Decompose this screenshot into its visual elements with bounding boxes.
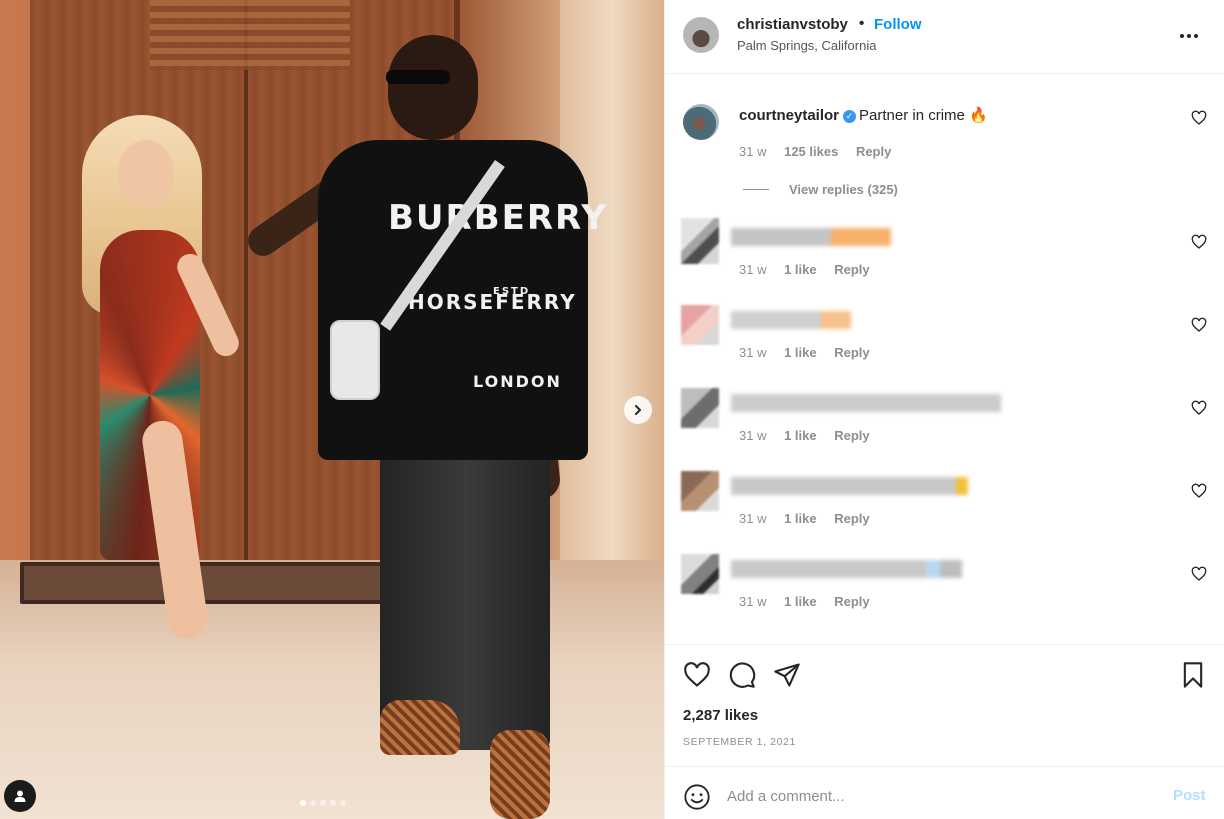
comment-text-row: courtneytailor ✓ Partner in crime 🔥 xyxy=(739,106,988,124)
reply-button[interactable]: Reply xyxy=(834,262,869,277)
post-likes-count[interactable]: 2,287 likes xyxy=(683,707,758,724)
commenter-avatar[interactable] xyxy=(681,471,719,511)
comment-likes[interactable]: 1 like xyxy=(784,262,817,277)
chevron-right-icon xyxy=(635,405,641,415)
user-tags-button[interactable] xyxy=(4,780,36,812)
post-comment-button[interactable]: Post xyxy=(1173,787,1206,804)
user-tag-icon xyxy=(14,790,26,802)
post-location[interactable]: Palm Springs, California xyxy=(737,38,876,53)
carousel-dot xyxy=(330,800,336,806)
author-username[interactable]: christianvstoby xyxy=(737,16,848,33)
comment-meta: 31 w 125 likes Reply xyxy=(739,144,905,159)
carousel-dot xyxy=(300,800,306,806)
comment-input[interactable] xyxy=(727,781,1157,811)
photo-door-seam xyxy=(244,0,248,560)
comment-bubble-icon[interactable] xyxy=(728,661,756,689)
photo-man-sunglasses xyxy=(386,70,450,84)
comment-composer: Post xyxy=(665,766,1224,819)
comment-like-heart-icon[interactable] xyxy=(1191,566,1207,582)
comment-likes[interactable]: 1 like xyxy=(784,345,817,360)
photo-man-shoe-right xyxy=(490,730,550,819)
comment-time[interactable]: 31 w xyxy=(739,262,766,277)
reply-button[interactable]: Reply xyxy=(834,345,869,360)
photo-man-shoe-left xyxy=(380,700,460,755)
photo-woman-face xyxy=(118,140,174,208)
reply-button[interactable]: Reply xyxy=(834,511,869,526)
redacted-comment-text xyxy=(731,560,962,578)
comment-time[interactable]: 31 w xyxy=(739,594,766,609)
reply-button[interactable]: Reply xyxy=(834,428,869,443)
post-actions: 2,287 likes SEPTEMBER 1, 2021 xyxy=(665,644,1224,764)
carousel-dot xyxy=(320,800,326,806)
comment-time[interactable]: 31 w xyxy=(739,144,766,159)
carousel-indicators xyxy=(300,800,346,806)
post-header: christianvstoby • Follow Palm Springs, C… xyxy=(665,0,1224,74)
view-replies-button[interactable]: View replies (325) xyxy=(743,182,898,197)
comment-meta: 31 w 1 like Reply xyxy=(739,262,884,277)
redacted-comment-text xyxy=(731,228,891,246)
shirt-text-line3: ESTD xyxy=(493,286,531,297)
post-photo[interactable]: BURBERRY HORSEFERRY ESTD LONDON xyxy=(0,0,664,819)
comment-meta: 31 w 1 like Reply xyxy=(739,345,884,360)
shirt-text-line4: LONDON xyxy=(473,372,562,391)
photo-door-panel xyxy=(150,0,350,70)
comment-time[interactable]: 31 w xyxy=(739,345,766,360)
paper-plane-icon[interactable] xyxy=(773,661,801,689)
comment-meta: 31 w 1 like Reply xyxy=(739,428,884,443)
commenter-avatar[interactable] xyxy=(681,388,719,428)
comment-like-heart-icon[interactable] xyxy=(1191,400,1207,416)
comment-like-heart-icon[interactable] xyxy=(1191,483,1207,499)
next-photo-button[interactable] xyxy=(624,396,652,424)
smiley-icon[interactable] xyxy=(683,783,711,811)
comment-time[interactable]: 31 w xyxy=(739,428,766,443)
comment-like-heart-icon[interactable] xyxy=(1191,234,1207,250)
post-side-panel: christianvstoby • Follow Palm Springs, C… xyxy=(664,0,1224,819)
bookmark-icon[interactable] xyxy=(1179,661,1207,689)
comment-like-heart-icon[interactable] xyxy=(1191,110,1207,126)
photo-man-head xyxy=(388,35,478,140)
redacted-comment-text xyxy=(731,394,1001,412)
redacted-comment-text xyxy=(731,311,851,329)
more-horizontal-icon xyxy=(1180,34,1198,38)
commenter-username[interactable]: courtneytailor xyxy=(739,107,839,124)
carousel-dot xyxy=(340,800,346,806)
post-date: SEPTEMBER 1, 2021 xyxy=(683,736,796,748)
follow-button[interactable]: Follow xyxy=(874,16,922,33)
view-replies-label: View replies (325) xyxy=(789,182,898,197)
more-options-button[interactable] xyxy=(1179,22,1199,45)
comment-likes[interactable]: 1 like xyxy=(784,428,817,443)
shirt-text-brand: BURBERRY xyxy=(388,198,608,238)
carousel-dot xyxy=(310,800,316,806)
view-replies-line xyxy=(743,189,769,190)
photo-bag xyxy=(330,320,380,400)
comment-likes[interactable]: 125 likes xyxy=(784,144,838,159)
comment-body: Partner in crime 🔥 xyxy=(859,107,988,124)
commenter-avatar[interactable] xyxy=(683,104,719,140)
comment-meta: 31 w 1 like Reply xyxy=(739,594,884,609)
commenter-avatar[interactable] xyxy=(681,305,719,345)
header-separator: • xyxy=(859,15,865,32)
redacted-comment-text xyxy=(731,477,968,495)
comment-likes[interactable]: 1 like xyxy=(784,511,817,526)
comment-meta: 31 w 1 like Reply xyxy=(739,511,884,526)
photo-man-shirt: BURBERRY HORSEFERRY ESTD LONDON xyxy=(318,140,606,460)
comment-time[interactable]: 31 w xyxy=(739,511,766,526)
comment-like-heart-icon[interactable] xyxy=(1191,317,1207,333)
commenter-avatar[interactable] xyxy=(681,554,719,594)
commenter-avatar[interactable] xyxy=(681,218,719,264)
comment-likes[interactable]: 1 like xyxy=(784,594,817,609)
heart-icon[interactable] xyxy=(683,661,711,689)
author-avatar[interactable] xyxy=(683,17,719,53)
reply-button[interactable]: Reply xyxy=(856,144,891,159)
verified-badge-icon: ✓ xyxy=(843,110,857,123)
reply-button[interactable]: Reply xyxy=(834,594,869,609)
